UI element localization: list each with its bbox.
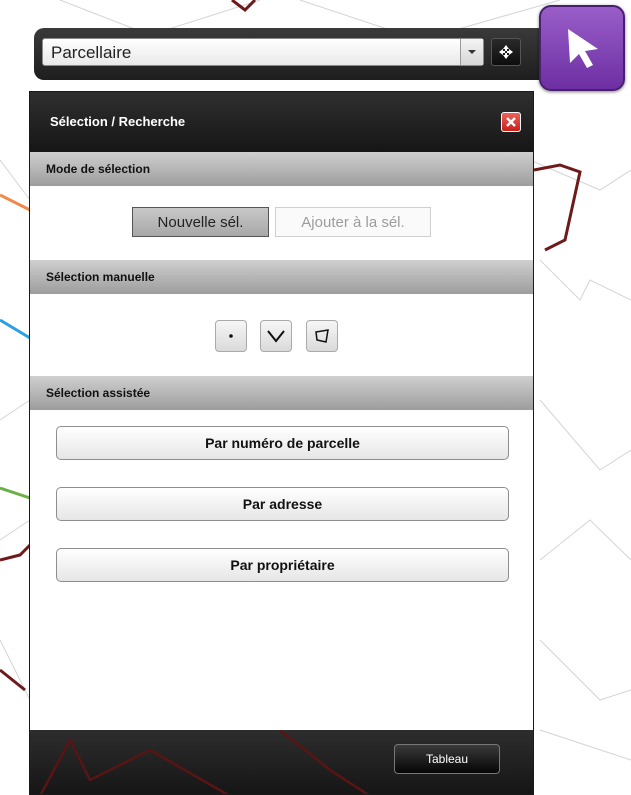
section-title-mode: Mode de sélection — [46, 162, 151, 176]
section-header-mode: Mode de sélection — [30, 152, 533, 186]
selection-panel: Sélection / Recherche Mode de sélection … — [29, 91, 534, 795]
layer-select-value: Parcellaire — [51, 43, 132, 62]
panel-header: Sélection / Recherche — [30, 92, 533, 152]
polygon-icon — [315, 329, 329, 343]
map-route-orange — [0, 193, 31, 212]
search-by-owner-button[interactable]: Par propriétaire — [56, 548, 509, 582]
tableau-button[interactable]: Tableau — [394, 744, 500, 774]
line-icon — [267, 330, 285, 343]
chevron-down-icon[interactable] — [460, 39, 483, 65]
close-button[interactable] — [501, 112, 521, 132]
section-title-assisted: Sélection assistée — [46, 386, 151, 400]
panel-footer: Tableau — [30, 730, 533, 794]
section-header-assisted: Sélection assistée — [30, 376, 533, 410]
close-icon — [506, 117, 516, 127]
panel-title: Sélection / Recherche — [50, 114, 186, 129]
point-icon — [229, 334, 233, 338]
point-selection-button[interactable] — [215, 320, 247, 352]
cursor-arrow-icon — [568, 29, 598, 68]
map-route-green — [0, 486, 31, 500]
search-by-address-button[interactable]: Par adresse — [56, 487, 509, 521]
search-by-parcel-number-button[interactable]: Par numéro de parcelle — [56, 426, 509, 460]
section-title-manual: Sélection manuelle — [46, 270, 155, 284]
select-tool-button[interactable] — [539, 5, 625, 91]
line-selection-button[interactable] — [260, 320, 292, 352]
new-selection-button[interactable]: Nouvelle sél. — [132, 207, 269, 237]
polygon-selection-button[interactable] — [306, 320, 338, 352]
layer-select[interactable]: Parcellaire — [42, 38, 484, 66]
section-header-manual: Sélection manuelle — [30, 260, 533, 294]
add-selection-button[interactable]: Ajouter à la sél. — [275, 207, 431, 237]
settings-arrows-icon[interactable] — [491, 38, 521, 66]
map-route-blue — [0, 318, 31, 340]
